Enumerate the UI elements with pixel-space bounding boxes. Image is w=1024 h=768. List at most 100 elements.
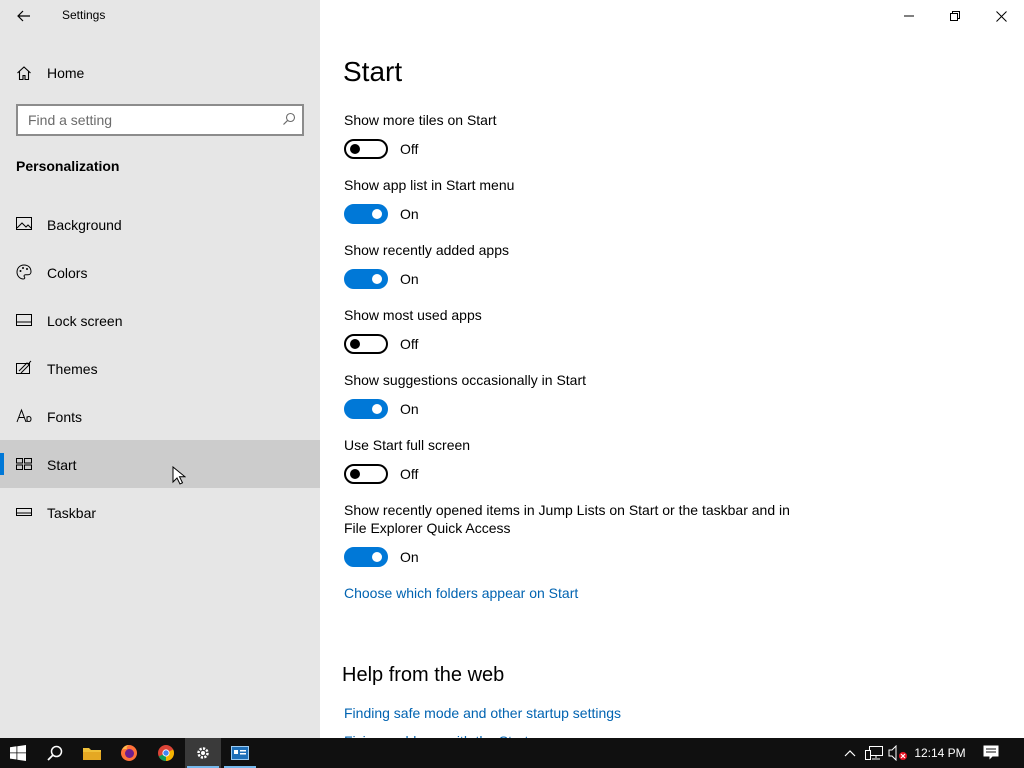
sidebar-item-start[interactable]: Start [0, 440, 320, 488]
setting-show-most-used: Show most used apps Off [344, 306, 804, 358]
setting-full-screen: Use Start full screen Off [344, 436, 804, 488]
sidebar-item-taskbar[interactable]: Taskbar [0, 488, 320, 536]
nav-list: Background Colors Lock screen Themes Fon… [0, 200, 320, 536]
setting-label: Show recently added apps [344, 242, 509, 258]
toggle-state-label: Off [400, 336, 419, 352]
start-button[interactable] [0, 738, 36, 768]
selection-indicator [0, 453, 4, 475]
nav-home[interactable]: Home [0, 56, 320, 90]
sidebar-item-label: Lock screen [47, 313, 123, 329]
setting-label: Show more tiles on Start [344, 112, 497, 128]
toggle-switch[interactable] [344, 204, 388, 224]
minimize-button[interactable] [886, 0, 932, 32]
firefox-icon [121, 745, 137, 761]
taskbar: 12:14 PM [0, 738, 1024, 768]
file-explorer-icon [83, 748, 101, 760]
toggle-knob [372, 274, 382, 284]
control-panel-icon [231, 746, 249, 760]
toggle-knob [372, 209, 382, 219]
setting-label: Show recently opened items in Jump Lists… [344, 502, 790, 536]
sidebar-item-background[interactable]: Background [0, 200, 320, 248]
sidebar-item-themes[interactable]: Themes [0, 344, 320, 392]
toggle-knob [350, 339, 360, 349]
back-arrow-icon [17, 10, 30, 22]
setting-show-more-tiles: Show more tiles on Start Off [344, 111, 804, 163]
taskbar-search-button[interactable] [37, 738, 73, 768]
toggle-switch[interactable] [344, 399, 388, 419]
search-box[interactable] [16, 104, 304, 136]
toggle-knob [350, 469, 360, 479]
sidebar-item-fonts[interactable]: Fonts [0, 392, 320, 440]
setting-label: Show most used apps [344, 307, 482, 323]
taskbar-settings[interactable] [185, 738, 221, 768]
clock[interactable]: 12:14 PM [910, 738, 970, 768]
toggle-knob [350, 144, 360, 154]
toggle-state-label: On [400, 549, 419, 565]
sidebar-item-label: Fonts [47, 409, 83, 425]
setting-label: Show app list in Start menu [344, 177, 515, 193]
sidebar-item-label: Taskbar [47, 505, 97, 521]
windows-start-icon [10, 745, 26, 761]
fonts-icon [16, 408, 32, 423]
setting-show-suggestions: Show suggestions occasionally in Start O… [344, 371, 804, 423]
choose-folders-link[interactable]: Choose which folders appear on Start [344, 585, 578, 601]
sidebar-item-colors[interactable]: Colors [0, 248, 320, 296]
taskbar-control-panel[interactable] [222, 738, 258, 768]
lock-screen-icon [16, 314, 32, 326]
help-section-title: Help from the web [342, 664, 505, 686]
search-icon [47, 745, 63, 761]
toggle-state-label: On [400, 206, 419, 222]
toggle-switch[interactable] [344, 139, 388, 159]
show-hidden-icons-button[interactable] [840, 738, 860, 768]
setting-show-recently-added: Show recently added apps On [344, 241, 804, 293]
setting-label: Use Start full screen [344, 437, 471, 453]
nav-home-label: Home [47, 65, 85, 81]
themes-icon [16, 360, 32, 374]
app-title: Settings [62, 8, 106, 22]
restore-icon [950, 11, 960, 21]
toggle-switch[interactable] [344, 269, 388, 289]
sidebar-item-lock-screen[interactable]: Lock screen [0, 296, 320, 344]
back-button[interactable] [8, 2, 40, 30]
toggle-knob [372, 404, 382, 414]
restore-button[interactable] [932, 0, 978, 32]
search-icon[interactable] [282, 112, 296, 126]
taskbar-icon [16, 508, 32, 516]
sidebar-item-label: Themes [47, 361, 98, 377]
sidebar-item-label: Colors [47, 265, 88, 281]
close-button[interactable] [978, 0, 1024, 32]
toggle-state-label: On [400, 401, 419, 417]
network-status[interactable] [862, 738, 886, 768]
chevron-up-icon [844, 750, 856, 757]
setting-label: Show suggestions occasionally in Start [344, 372, 587, 388]
toggle-knob [372, 552, 382, 562]
setting-show-app-list: Show app list in Start menu On [344, 176, 804, 228]
sidebar: Settings Home Personalization Background [0, 0, 320, 738]
close-icon [995, 10, 1007, 22]
volume-muted-icon [888, 745, 907, 761]
home-icon [17, 66, 31, 81]
sidebar-item-label: Background [47, 217, 122, 233]
toggle-switch[interactable] [344, 547, 388, 567]
section-header: Personalization [16, 158, 120, 174]
setting-jump-lists: Show recently opened items in Jump Lists… [344, 501, 804, 571]
toggle-switch[interactable] [344, 334, 388, 354]
taskbar-chrome[interactable] [148, 738, 184, 768]
search-input[interactable] [18, 106, 278, 134]
mouse-pointer-icon [172, 466, 186, 485]
help-link-safe-mode[interactable]: Finding safe mode and other startup sett… [344, 705, 621, 721]
network-icon [865, 746, 883, 760]
toggle-state-label: Off [400, 466, 419, 482]
toggle-switch[interactable] [344, 464, 388, 484]
page-title: Start [343, 56, 403, 87]
chrome-icon [158, 745, 175, 761]
picture-icon [16, 217, 32, 230]
sidebar-item-label: Start [47, 457, 77, 473]
volume-status[interactable] [886, 738, 910, 768]
action-center-button[interactable] [976, 738, 1006, 768]
palette-icon [16, 264, 32, 280]
taskbar-file-explorer[interactable] [74, 738, 110, 768]
start-icon [16, 458, 32, 470]
settings-gear-icon [197, 747, 209, 759]
taskbar-firefox[interactable] [111, 738, 147, 768]
